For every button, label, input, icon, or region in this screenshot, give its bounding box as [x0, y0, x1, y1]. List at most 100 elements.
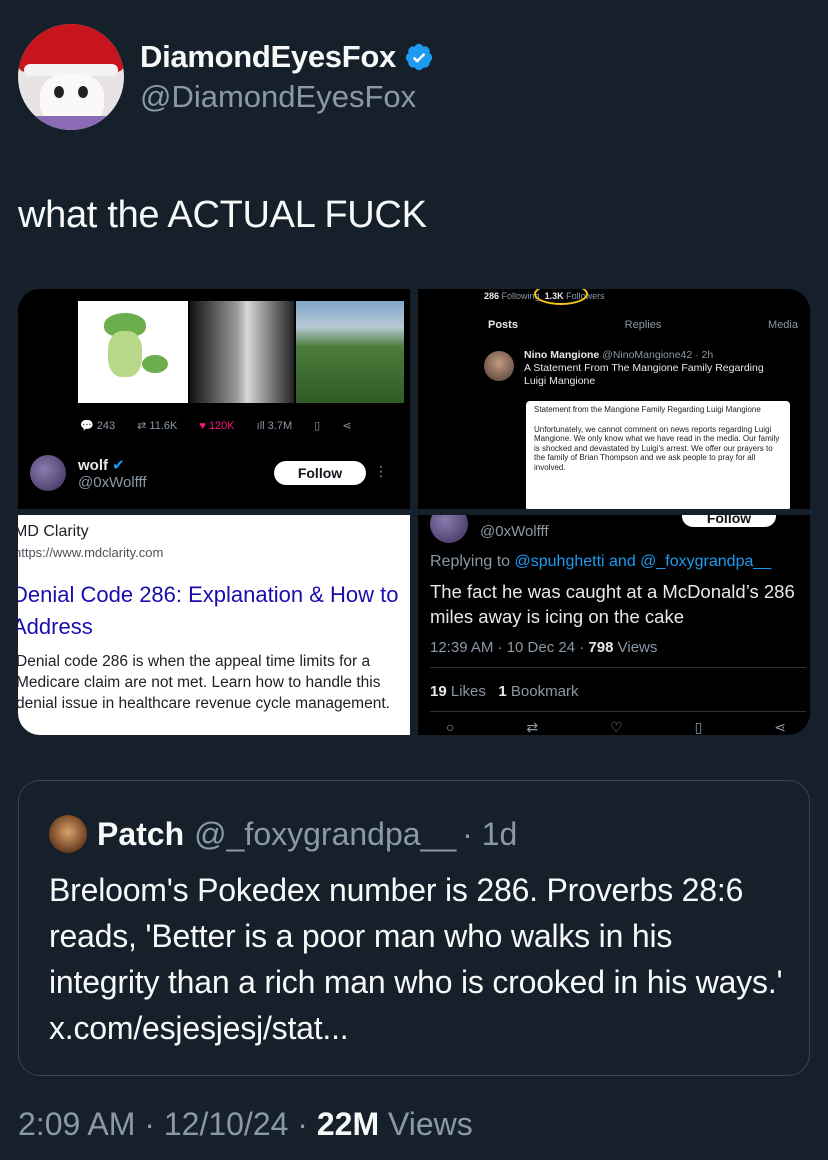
- tab-posts: Posts: [488, 319, 518, 331]
- highlight-circle: [534, 289, 588, 305]
- bookmarks-count: 1: [498, 683, 507, 700]
- reply-text: The fact he was caught at a McDonald’s 2…: [430, 581, 795, 627]
- tweet-views-label: Views: [387, 1106, 473, 1142]
- likes-label: Likes: [450, 683, 486, 700]
- bookmark-icon: ▯: [694, 719, 703, 735]
- reply-engagement: 19 Likes 1 Bookmark: [430, 683, 578, 700]
- repost-stat: ⇄ 11.6K: [137, 419, 177, 432]
- media-screenshot-1[interactable]: 💬 243 ⇄ 11.6K ♥ 120K ıll 3.7M ▯ ⋖ wolf ✔…: [18, 289, 410, 509]
- breloom-image: [78, 301, 188, 403]
- search-result-title: Denial Code 286: Explanation & How to Ad…: [18, 582, 399, 639]
- nino-post-text: Nino Mangione @NinoMangione42 · 2h A Sta…: [524, 349, 764, 388]
- avatar-eye-left: [54, 86, 64, 98]
- bookmarks-label: Bookmark: [510, 683, 579, 700]
- replying-to-users: @spuhghetti and @_foxygrandpa__: [514, 553, 772, 570]
- wolf-user-row: wolf ✔ @0xWolfff Follow ⋮: [30, 455, 400, 491]
- tweet-views-count: 22M: [316, 1106, 380, 1142]
- profile-tabs: Posts Replies Media: [488, 319, 798, 331]
- quote-display-name[interactable]: Patch: [97, 816, 184, 853]
- quote-text: Breloom's Pokedex number is 286. Proverb…: [49, 872, 783, 1046]
- tweet-time[interactable]: 2:09 AM: [18, 1106, 135, 1142]
- media-grid[interactable]: 💬 243 ⇄ 11.6K ♥ 120K ıll 3.7M ▯ ⋖ wolf ✔…: [18, 289, 810, 735]
- repost-icon: ⇄: [137, 420, 147, 432]
- statement-image: Statement from the Mangione Family Regar…: [526, 401, 790, 509]
- replying-to: Replying to @spuhghetti and @_foxygrandp…: [430, 553, 771, 571]
- tweet-stats-row: 💬 243 ⇄ 11.6K ♥ 120K ıll 3.7M ▯ ⋖: [80, 419, 352, 433]
- wolf-handle: @0xWolfff: [78, 473, 147, 491]
- author-display-name[interactable]: DiamondEyesFox: [140, 39, 396, 75]
- views-count: 3.7M: [267, 419, 293, 432]
- display-name-row: DiamondEyesFox: [140, 39, 434, 75]
- wolf-avatar: [30, 455, 66, 491]
- nino-body: A Statement From The Mangione Family Reg…: [524, 362, 764, 387]
- tab-replies: Replies: [624, 319, 662, 331]
- quote-avatar[interactable]: [49, 815, 87, 853]
- author-names: DiamondEyesFox @DiamondEyesFox: [140, 39, 434, 115]
- share-icon: ⋖: [342, 420, 352, 432]
- search-snippet: Denial code 286 is when the appeal time …: [18, 651, 410, 714]
- reply-icon: 💬: [80, 420, 94, 432]
- more-icon: ⋮: [374, 463, 388, 479]
- repost-icon: ⇄: [526, 719, 539, 735]
- wolf-names: wolf ✔ @0xWolfff: [78, 456, 147, 491]
- reply-views-label: Views: [617, 639, 658, 656]
- bookmark-icon: ▯: [314, 420, 321, 432]
- wolf-handle: @0xWolfff: [480, 523, 549, 540]
- breloom-body-shape: [108, 331, 142, 377]
- tweet-meta: 2:09 AM · 12/10/24 · 22M Views: [18, 1106, 473, 1142]
- follow-button: Follow: [274, 461, 366, 485]
- like-stat: ♥ 120K: [199, 420, 234, 432]
- views-stat: ıll 3.7M: [257, 420, 292, 432]
- author-handle[interactable]: @DiamondEyesFox: [140, 79, 434, 115]
- share-icon: ⋖: [774, 719, 786, 735]
- author-avatar[interactable]: [18, 24, 124, 130]
- statement-body: Unfortunately, we cannot comment on news…: [534, 424, 780, 472]
- media-screenshot-2[interactable]: 286 Following 1.3K Followers Posts Repli…: [418, 289, 810, 509]
- heart-icon: ♥: [199, 419, 206, 432]
- nino-avatar: [484, 351, 514, 381]
- reply-count: 243: [96, 420, 116, 432]
- divider: [430, 667, 806, 668]
- xray-image: [190, 301, 294, 403]
- snippet-line: Medicare claim are not met. Learn how to…: [18, 674, 381, 691]
- quote-header: Patch @_foxygrandpa__ · 1d: [49, 815, 517, 853]
- wolf-display-name: wolf ✔: [78, 456, 147, 474]
- statement-title: Statement from the Mangione Family Regar…: [534, 405, 761, 414]
- following-count: 286: [484, 291, 500, 301]
- search-url: https://www.mdclarity.com: [18, 545, 164, 560]
- like-count: 120K: [208, 419, 235, 432]
- reply-time: 12:39 AM · 10 Dec 24 ·: [430, 639, 589, 656]
- wolf-avatar: [430, 515, 468, 543]
- media-screenshot-3[interactable]: MD Clarity https://www.mdclarity.com Den…: [18, 515, 410, 735]
- repost-count: 11.6K: [149, 420, 178, 432]
- media-screenshot-4[interactable]: @0xWolfff Follow Replying to @spuhghetti…: [418, 515, 810, 735]
- avatar-shirt: [30, 116, 110, 130]
- snippet-line: denial issue in healthcare revenue cycle…: [18, 695, 390, 712]
- reply-stat: 💬 243: [80, 419, 115, 432]
- bar-chart-icon: ıll: [256, 419, 265, 432]
- mountain-photo: [296, 301, 404, 403]
- breloom-tail-shape: [142, 355, 168, 373]
- divider: [430, 711, 806, 712]
- search-site-name: MD Clarity: [18, 523, 89, 540]
- tweet-author[interactable]: DiamondEyesFox @DiamondEyesFox: [18, 24, 434, 130]
- quote-handle[interactable]: @_foxygrandpa__: [194, 816, 456, 853]
- reply-icon: ○: [446, 719, 455, 735]
- verified-badge-icon: [405, 43, 433, 71]
- likes-count: 19: [430, 683, 447, 700]
- tweet-date[interactable]: 12/10/24: [164, 1106, 289, 1142]
- reply-timestamp: 12:39 AM · 10 Dec 24 · 798 Views: [430, 639, 657, 656]
- nino-handle: @NinoMangione42 · 2h: [602, 349, 714, 361]
- tweet-text: what the ACTUAL FUCK: [18, 194, 427, 236]
- embedded-image-row: [78, 301, 404, 403]
- replying-prefix: Replying to: [430, 553, 511, 570]
- snippet-line: Denial code 286 is when the appeal time …: [18, 653, 371, 670]
- avatar-eye-right: [78, 86, 88, 98]
- follow-button: Follow: [682, 515, 776, 527]
- reply-views-count: 798: [588, 639, 614, 656]
- reply-actions: ○ ⇄ ♡ ▯ ⋖: [446, 719, 786, 735]
- quoted-tweet[interactable]: Patch @_foxygrandpa__ · 1d Breloom's Pok…: [18, 780, 810, 1076]
- heart-icon: ♡: [610, 719, 623, 735]
- wolf-name-text: wolf: [78, 456, 108, 474]
- tab-media: Media: [768, 319, 798, 331]
